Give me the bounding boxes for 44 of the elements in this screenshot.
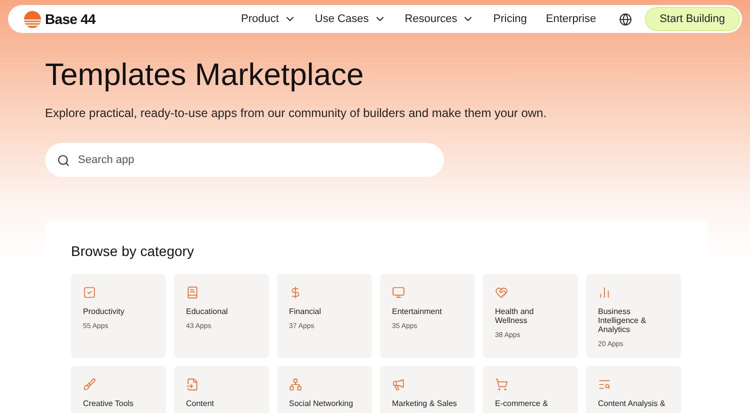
page-subtitle: Explore practical, ready-to-use apps from our community of builders and make them your own. <box>45 105 548 122</box>
nav-link[interactable]: Product <box>241 10 296 28</box>
category-name: Business Intelligence & Analytics <box>598 307 648 334</box>
category-name: Financial <box>289 307 322 316</box>
category-card[interactable]: Social Networking <box>277 366 372 413</box>
start-building-button[interactable]: Start Building <box>644 7 740 31</box>
logo-icon <box>24 10 41 28</box>
text-search-icon <box>598 378 611 391</box>
category-name: Social Networking <box>289 399 354 408</box>
category-name: Creative Tools <box>83 399 135 408</box>
nav-link[interactable]: Pricing <box>493 10 527 28</box>
cart-icon <box>495 378 508 391</box>
category-name: Educational <box>186 307 229 316</box>
megaphone-icon <box>392 378 405 391</box>
brush-icon <box>83 378 96 391</box>
category-name: E-commerce & <box>495 399 549 408</box>
category-card[interactable]: Content Analysis & <box>586 366 681 413</box>
category-name: Content Analysis & <box>598 399 666 408</box>
category-name: Productivity <box>83 307 126 316</box>
category-name: Content <box>186 399 216 408</box>
nav-link[interactable]: Enterprise <box>546 10 596 28</box>
nav-link[interactable]: Resources <box>404 10 474 28</box>
brand-name[interactable]: Base 44 <box>45 8 225 30</box>
page-title: Templates Marketplace <box>45 56 365 94</box>
category-card[interactable]: E-commerce & <box>483 366 578 413</box>
network-icon <box>289 378 302 391</box>
monitor-icon <box>392 286 405 299</box>
dollar-icon <box>289 286 302 299</box>
nav-link[interactable]: Use Cases <box>314 10 386 28</box>
category-name: Marketing & Sales <box>392 399 458 408</box>
category-card[interactable]: Content <box>174 366 269 413</box>
search-field[interactable]: Search app <box>45 143 444 177</box>
book-icon <box>186 286 199 299</box>
section-heading: Browse by category <box>71 242 195 261</box>
category-name: Health and Wellness <box>495 307 535 325</box>
search-icon <box>57 154 70 166</box>
globe-icon[interactable] <box>618 12 632 26</box>
search-input[interactable]: Search app <box>78 152 432 168</box>
category-card[interactable]: Marketing & Sales <box>380 366 475 413</box>
category-name: Entertainment <box>392 307 443 316</box>
category-card[interactable]: Creative Tools <box>71 366 166 413</box>
document-icon <box>186 378 199 391</box>
bar-chart-icon <box>598 286 611 299</box>
checkbox-icon <box>83 286 96 299</box>
